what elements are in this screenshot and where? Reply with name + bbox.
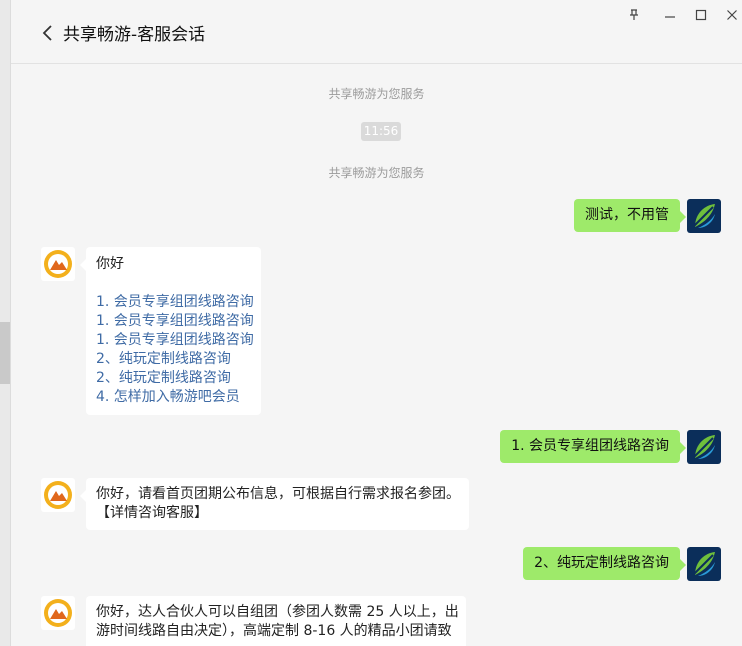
left-panel-scrollbar[interactable] — [0, 0, 11, 646]
back-arrow-icon[interactable] — [42, 25, 54, 41]
user-message-bubble[interactable]: 2、纯玩定制线路咨询 — [523, 547, 686, 580]
menu-option-group-tour[interactable]: 1. 会员专享组团线路咨询 — [96, 312, 254, 331]
menu-option-custom-tour[interactable]: 2、纯玩定制线路咨询 — [96, 350, 251, 369]
menu-option-join-member[interactable]: 4. 怎样加入畅游吧会员 — [96, 388, 251, 407]
mountain-logo-icon[interactable] — [41, 478, 75, 512]
scrollbar-thumb[interactable] — [0, 322, 10, 384]
user-message-bubble[interactable]: 测试，不用管 — [574, 199, 686, 232]
pin-icon[interactable] — [624, 5, 644, 25]
menu-option-group-tour[interactable]: 1. 会员专享组团线路咨询 — [96, 293, 254, 312]
maximize-icon[interactable] — [691, 5, 711, 25]
mountain-logo-icon[interactable] — [41, 247, 75, 281]
close-icon[interactable] — [722, 5, 742, 25]
menu-option-group-tour[interactable]: 1. 会员专享组团线路咨询 — [96, 331, 254, 350]
chat-header: 共享畅游-客服会话 — [11, 0, 742, 64]
minimize-icon[interactable] — [660, 5, 680, 25]
mountain-logo-icon[interactable] — [41, 596, 75, 630]
leaf-logo-icon[interactable] — [687, 199, 721, 233]
agent-menu-bubble: 你好 1. 会员专享组团线路咨询 1. 会员专享组团线路咨询 1. 会员专享组团… — [80, 247, 261, 415]
chat-title: 共享畅游-客服会话 — [63, 25, 206, 45]
system-notice: 共享畅游为您服务 — [328, 166, 425, 180]
agent-message-bubble: 你好，达人合伙人可以自组团（参团人数需 25 人以上，出 游时间线路自由决定），… — [86, 596, 466, 646]
system-notice: 共享畅游为您服务 — [328, 87, 425, 101]
leaf-logo-icon[interactable] — [687, 430, 721, 464]
user-message-bubble[interactable]: 1. 会员专享组团线路咨询 — [500, 430, 686, 463]
leaf-logo-icon[interactable] — [687, 547, 721, 581]
timestamp-badge: 11:56 — [361, 122, 401, 141]
menu-option-custom-tour[interactable]: 2、纯玩定制线路咨询 — [96, 369, 251, 388]
agent-message-bubble: 你好，请看首页团期公布信息，可根据自行需求报名参团。 【详情咨询客服】 — [80, 478, 469, 530]
